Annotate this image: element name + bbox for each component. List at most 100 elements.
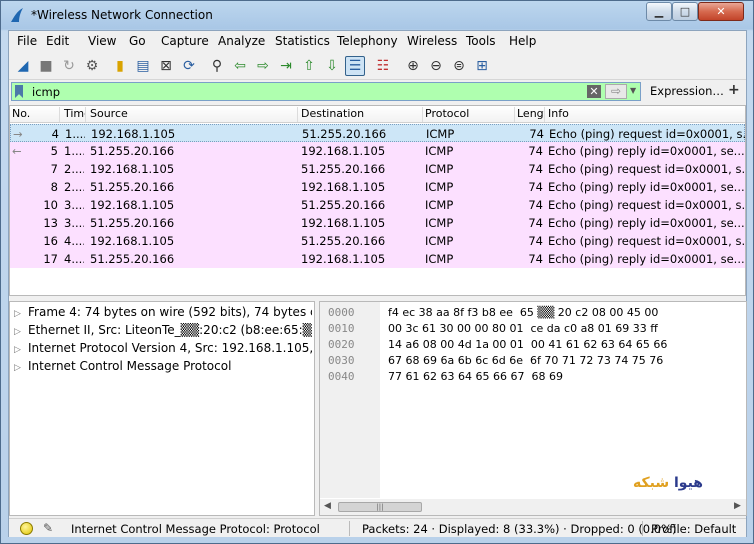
col-info[interactable]: Info [546, 107, 745, 122]
expand-arrow-icon[interactable]: ▷ [14, 363, 28, 373]
bookmark-icon[interactable] [15, 85, 23, 98]
table-row[interactable]: → 4 1.... 192.168.1.105 51.255.20.166 ICMP 74 E… [10, 124, 746, 142]
byte-offset: 0030 [328, 354, 355, 367]
minimize-button[interactable]: ▁ [646, 2, 672, 21]
cell-source: 51.255.20.166 [90, 144, 175, 158]
menu-file[interactable]: File [17, 34, 37, 48]
hex-bytes[interactable]: 77 61 62 63 64 65 66 67 68 69 [388, 370, 563, 383]
status-separator [349, 521, 350, 536]
cell-no: 17 [43, 252, 58, 266]
options-gear-icon[interactable]: ⚙ [82, 56, 102, 76]
tree-item-ethernet[interactable]: ▷ Ethernet II, Src: LiteonTe_▒▒:20:c2 (b8… [14, 323, 312, 337]
horizontal-scrollbar[interactable]: ◀ ||| ▶ [320, 499, 746, 515]
menu-statistics[interactable]: Statistics [275, 34, 330, 48]
title-bar[interactable]: *Wireless Network Connection ▁ □ ✕ [1, 1, 753, 30]
expert-info-icon[interactable] [20, 522, 33, 535]
menu-help[interactable]: Help [509, 34, 536, 48]
clear-filter-icon[interactable]: ✕ [587, 85, 601, 98]
col-no[interactable]: No. [10, 107, 60, 122]
close-file-icon[interactable]: ⊠ [156, 56, 176, 76]
cell-destination: 192.168.1.105 [301, 180, 386, 194]
status-separator [642, 521, 643, 536]
menu-capture[interactable]: Capture [161, 34, 209, 48]
cell-source: 192.168.1.105 [90, 162, 175, 176]
cell-no: 8 [50, 180, 58, 194]
zoom-in-icon[interactable]: ⊕ [403, 56, 423, 76]
table-row[interactable]: 13 3.... 51.255.20.166 192.168.1.105 ICMP 74 E… [10, 214, 745, 232]
open-file-icon[interactable]: ▮ [110, 56, 130, 76]
menu-tools[interactable]: Tools [466, 34, 496, 48]
menu-wireless[interactable]: Wireless [407, 34, 457, 48]
cell-protocol: ICMP [425, 162, 454, 176]
scroll-left-icon[interactable]: ◀ [324, 501, 331, 511]
edit-comment-icon[interactable]: ✎ [43, 521, 53, 535]
apply-filter-icon[interactable]: ⇨ [605, 84, 627, 99]
cell-no: 4 [51, 127, 59, 141]
packet-details-tree[interactable]: ▷ Frame 4: 74 bytes on wire (592 bits), 7… [9, 301, 315, 516]
tree-item-icmp[interactable]: ▷ Internet Control Message Protocol [14, 359, 312, 373]
menu-analyze[interactable]: Analyze [218, 34, 265, 48]
col-protocol[interactable]: Protocol [423, 107, 515, 122]
table-row[interactable]: 8 2.... 51.255.20.166 192.168.1.105 ICMP 74 Ec… [10, 178, 745, 196]
resize-columns-icon[interactable]: ⊞ [472, 56, 492, 76]
shark-fin-icon[interactable]: ◢ [13, 56, 33, 76]
display-filter-input[interactable] [32, 84, 582, 99]
cell-destination: 192.168.1.105 [301, 216, 386, 230]
hex-bytes[interactable]: 00 3c 61 30 00 00 80 01 ce da c0 a8 01 6… [388, 322, 658, 335]
hex-bytes[interactable]: 67 68 69 6a 6b 6c 6d 6e 6f 70 71 72 73 7… [388, 354, 663, 367]
zoom-out-icon[interactable]: ⊖ [426, 56, 446, 76]
menu-telephony[interactable]: Telephony [337, 34, 398, 48]
menu-view[interactable]: View [88, 34, 116, 48]
table-row[interactable]: 10 3.... 192.168.1.105 51.255.20.166 ICMP 74 E… [10, 196, 745, 214]
go-back-icon[interactable]: ⇦ [230, 56, 250, 76]
packet-list[interactable]: No. Time Source Destination Protocol Len… [9, 105, 746, 296]
menu-go[interactable]: Go [129, 34, 146, 48]
cell-destination: 192.168.1.105 [301, 252, 386, 266]
expand-arrow-icon[interactable]: ▷ [14, 345, 28, 355]
zoom-normal-icon[interactable]: ⊜ [449, 56, 469, 76]
autoscroll-icon[interactable]: ☰ [345, 56, 365, 76]
reload-icon[interactable]: ⟳ [179, 56, 199, 76]
scroll-right-icon[interactable]: ▶ [734, 501, 741, 511]
maximize-button[interactable]: □ [672, 2, 698, 21]
table-row[interactable]: 16 4.... 192.168.1.105 51.255.20.166 ICMP 74 E… [10, 232, 745, 250]
close-button[interactable]: ✕ [698, 2, 744, 21]
restart-icon[interactable]: ↻ [59, 56, 79, 76]
hex-bytes[interactable]: f4 ec 38 aa 8f f3 b8 ee 65 ▒▒ 20 c2 08 0… [388, 306, 658, 319]
col-destination[interactable]: Destination [299, 107, 423, 122]
scroll-thumb[interactable]: ||| [338, 502, 422, 512]
add-filter-button[interactable]: + [728, 82, 740, 98]
cell-length: 74 [528, 162, 543, 176]
cell-time: 2.... [64, 180, 84, 194]
expression-button[interactable]: Expression… [650, 84, 724, 98]
colorize-icon[interactable]: ☷ [373, 56, 393, 76]
table-row[interactable]: 7 2.... 192.168.1.105 51.255.20.166 ICMP 74 Ec… [10, 160, 745, 178]
expand-arrow-icon[interactable]: ▷ [14, 309, 28, 319]
col-source[interactable]: Source [88, 107, 298, 122]
cell-destination: 51.255.20.166 [301, 198, 386, 212]
table-row[interactable]: 17 4.... 51.255.20.166 192.168.1.105 ICMP 74 E… [10, 250, 745, 268]
go-to-packet-icon[interactable]: ⇥ [276, 56, 296, 76]
save-icon[interactable]: ▤ [133, 56, 153, 76]
hex-bytes[interactable]: 14 a6 08 00 4d 1a 00 01 00 41 61 62 63 6… [388, 338, 667, 351]
cell-info: Echo (ping) request id=0x0001, s... [548, 198, 745, 212]
cell-source: 192.168.1.105 [90, 198, 175, 212]
col-time[interactable]: Time [62, 107, 86, 122]
stop-icon[interactable]: ■ [36, 56, 56, 76]
col-length[interactable]: Length [515, 107, 545, 122]
find-icon[interactable]: ⚲ [207, 56, 227, 76]
menu-edit[interactable]: Edit [46, 34, 69, 48]
tree-item-frame[interactable]: ▷ Frame 4: 74 bytes on wire (592 bits), 7… [14, 305, 312, 319]
last-packet-icon[interactable]: ⇩ [322, 56, 342, 76]
filter-history-chevron-down-icon[interactable]: ▼ [630, 86, 636, 95]
expand-arrow-icon[interactable]: ▷ [14, 327, 28, 337]
go-forward-icon[interactable]: ⇨ [253, 56, 273, 76]
first-packet-icon[interactable]: ⇧ [299, 56, 319, 76]
profile-indicator[interactable]: Profile: Default [651, 522, 736, 536]
cell-time: 4.... [64, 234, 84, 248]
display-filter-field[interactable]: ✕ ⇨ ▼ [11, 82, 641, 101]
table-row[interactable]: ← 5 1.... 51.255.20.166 192.168.1.105 ICMP 74 E… [10, 142, 745, 160]
tree-item-ipv4[interactable]: ▷ Internet Protocol Version 4, Src: 192.1… [14, 341, 312, 355]
byte-offset: 0000 [328, 306, 355, 319]
cell-length: 74 [528, 144, 543, 158]
